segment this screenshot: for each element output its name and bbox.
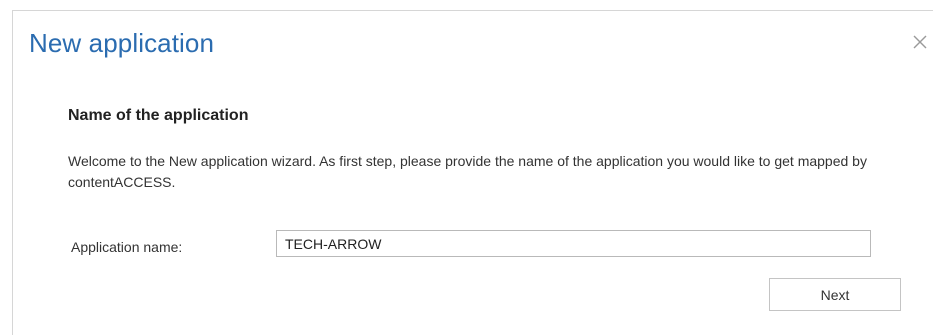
application-name-label: Application name: xyxy=(71,239,183,255)
step-description: Welcome to the New application wizard. A… xyxy=(68,153,867,190)
application-name-input[interactable] xyxy=(276,230,871,257)
dialog-title: New application xyxy=(29,28,215,58)
close-icon[interactable] xyxy=(913,35,927,49)
section-heading: Name of the application xyxy=(68,107,249,124)
close-button[interactable] xyxy=(909,31,931,53)
new-application-dialog: New application Name of the application … xyxy=(12,10,933,335)
next-button[interactable]: Next xyxy=(769,278,901,311)
